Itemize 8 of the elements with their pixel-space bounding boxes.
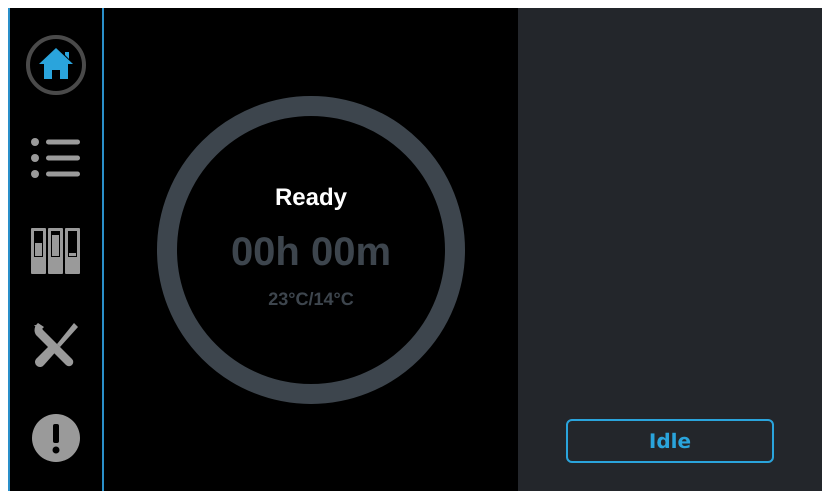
alert-icon xyxy=(31,413,81,464)
bins-icon xyxy=(31,228,81,274)
idle-button[interactable]: Idle xyxy=(566,419,774,463)
list-icon xyxy=(30,136,82,180)
temperature: 23°C/14°C xyxy=(268,288,354,310)
time-remaining: 00h 00m xyxy=(230,230,392,274)
status-title: Ready xyxy=(274,184,348,212)
home-icon xyxy=(25,34,87,96)
